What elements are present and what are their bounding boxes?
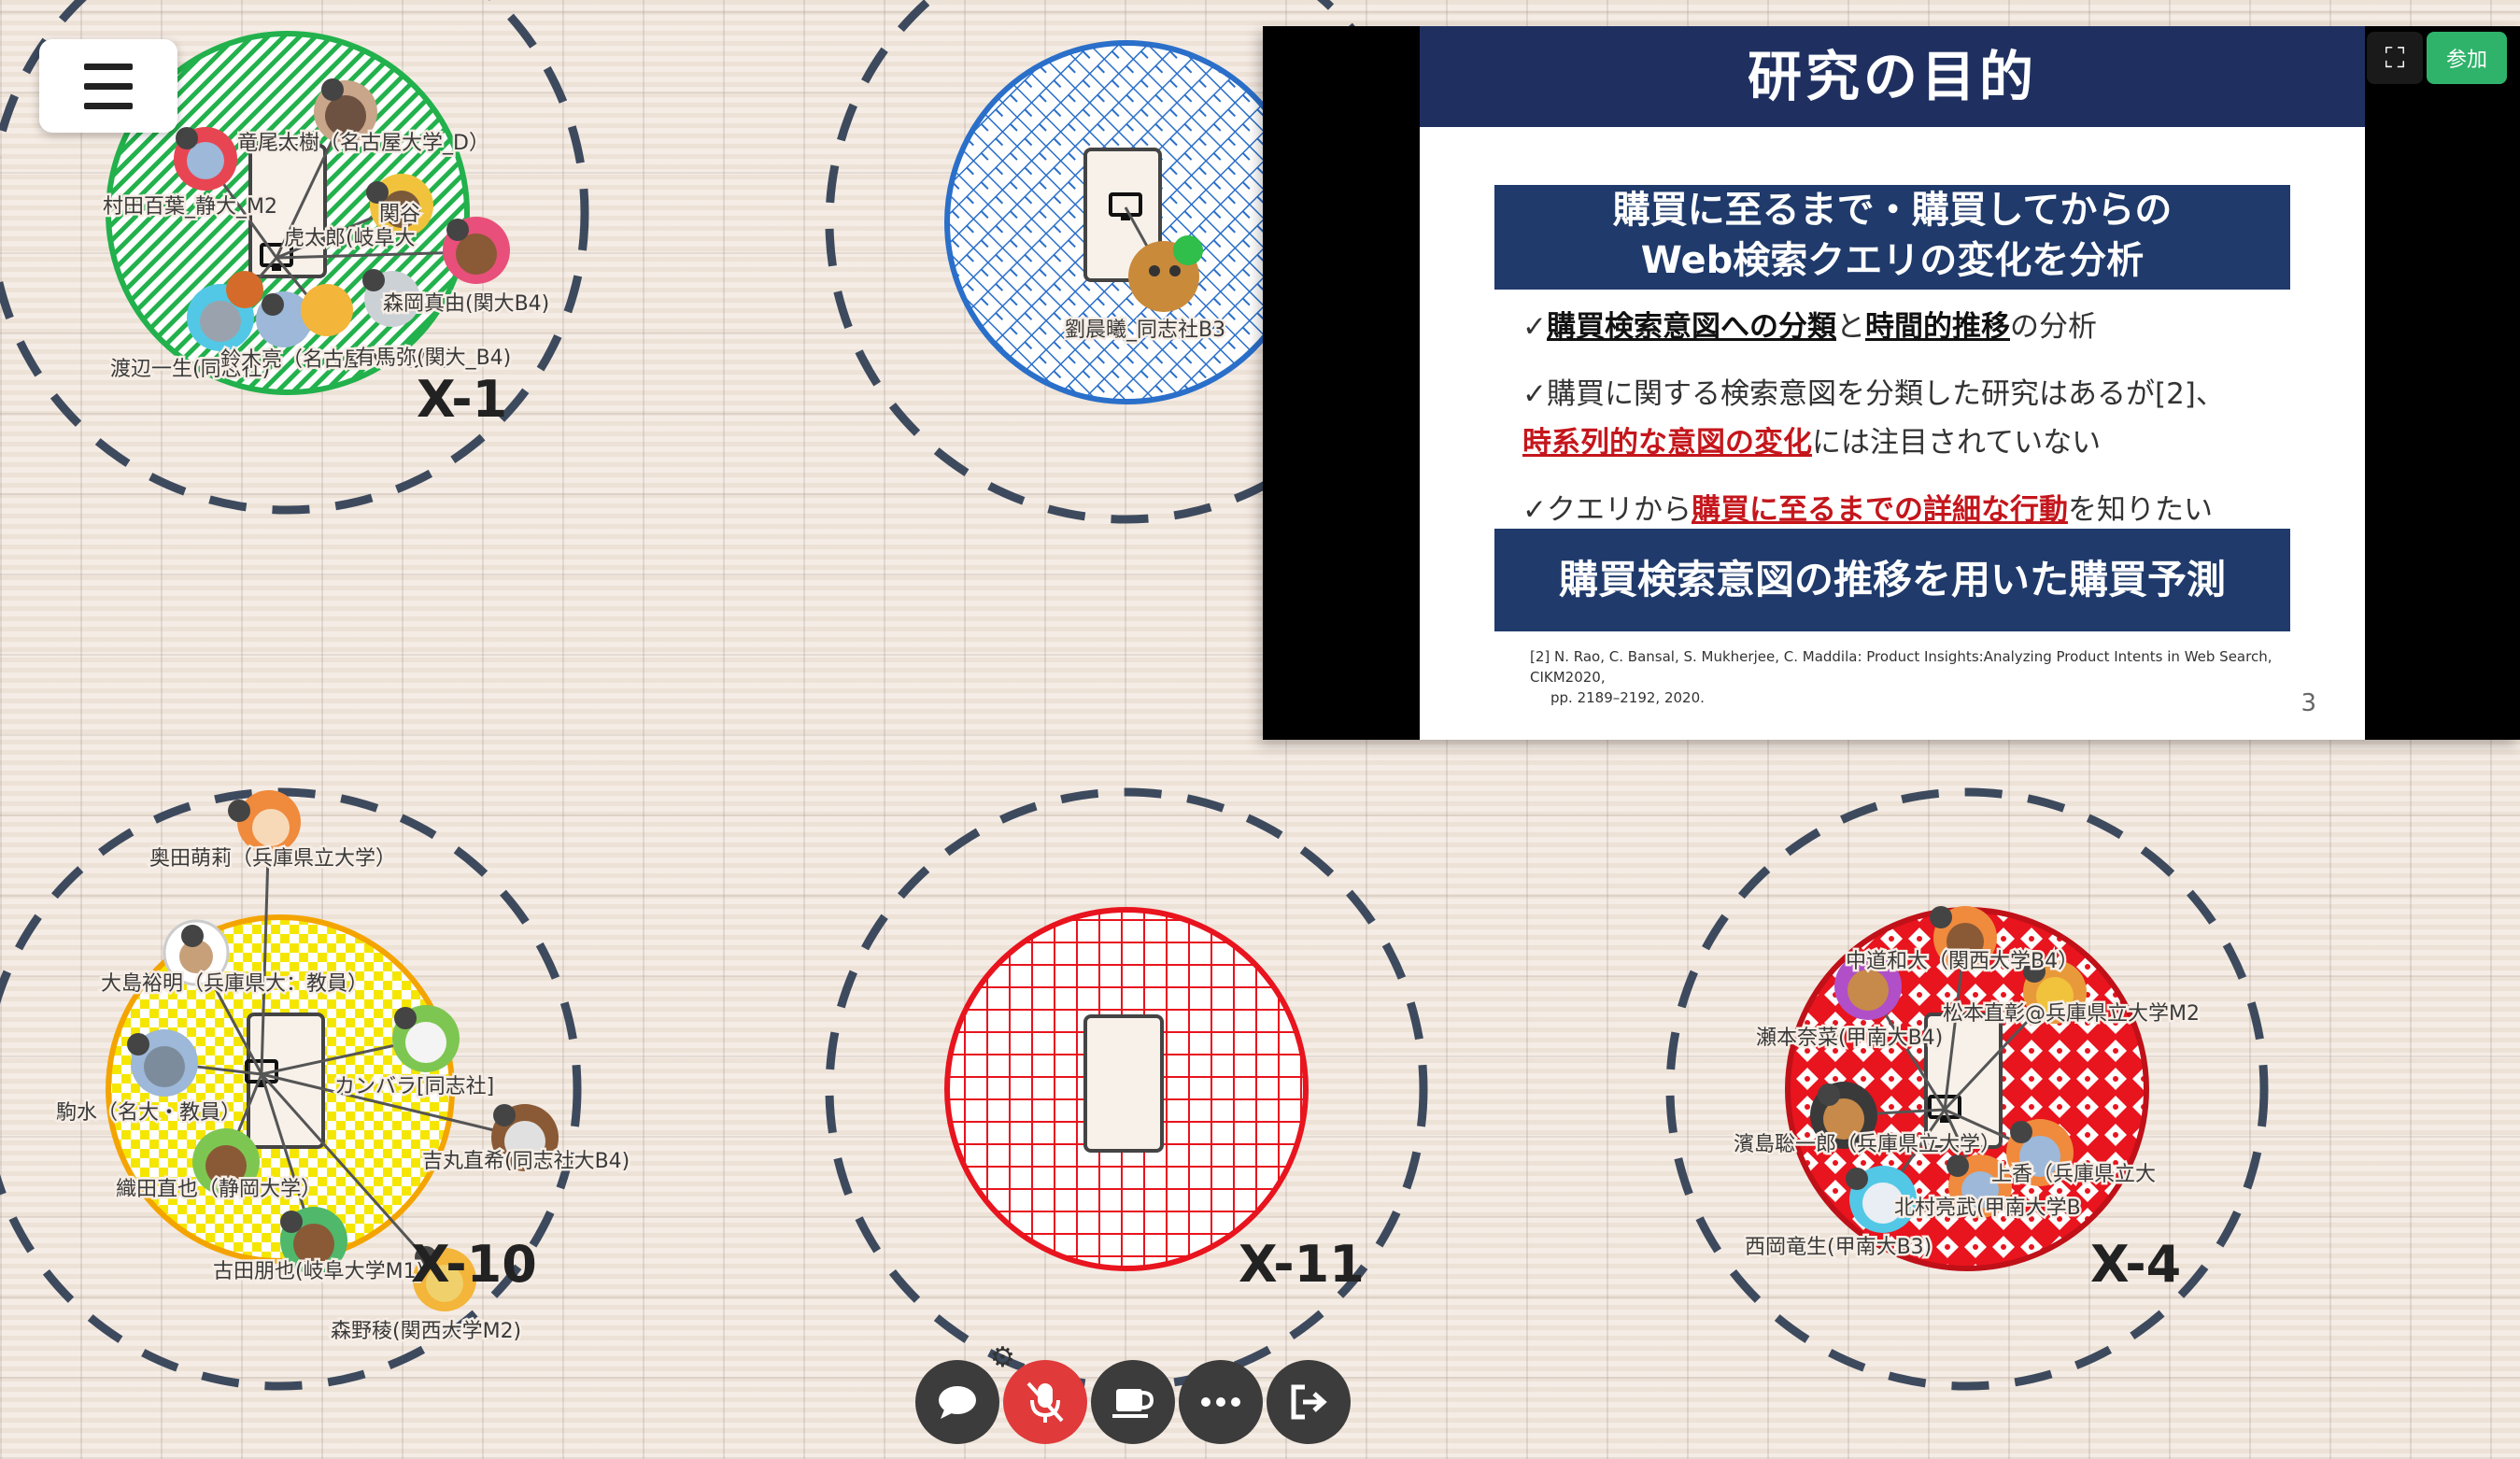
join-button[interactable]: 参加 — [2427, 32, 2507, 84]
avatar-x10-1[interactable] — [237, 790, 301, 854]
table-x11[interactable]: X-11 — [825, 787, 1428, 1391]
coffee-icon — [1112, 1389, 1154, 1418]
name-label: 有馬弥(関大_B4) — [355, 347, 511, 370]
table-label: X-10 — [411, 1235, 537, 1294]
hamburger-icon — [84, 102, 133, 109]
away-button[interactable] — [1091, 1360, 1175, 1444]
mic-toggle-button[interactable] — [1003, 1360, 1087, 1444]
bottom-toolbar — [915, 1360, 1351, 1450]
bullet-3: ✓クエリから購買に至るまでの詳細な行動を知りたい — [1522, 493, 2213, 527]
name-label: 織田直也（静岡大学） — [116, 1178, 321, 1201]
chat-icon — [939, 1386, 976, 1419]
name-label: 古田朋也(岐阜大学M1) — [213, 1260, 424, 1283]
name-label: 吉丸直希(同志社大B4) — [422, 1150, 630, 1173]
slide-reference: [2] N. Rao, C. Bansal, S. Mukherjee, C. … — [1530, 648, 2272, 706]
menu-button[interactable] — [39, 39, 177, 133]
name-label: 村田百葉_静大_M2 — [103, 195, 277, 219]
slide: 研究の目的 購買に至るまで・購買してからの Web検索クエリの変化を分析 ✓購買… — [1420, 26, 2365, 740]
screen-share-viewer[interactable]: 研究の目的 購買に至るまで・購買してからの Web検索クエリの変化を分析 ✓購買… — [1263, 26, 2520, 740]
slide-main-point: 購買に至るまで・購買してからの Web検索クエリの変化を分析 — [1494, 185, 2290, 290]
name-label: 虎太郎(岐阜大 — [284, 227, 416, 250]
table-x4[interactable]: 中道和大（関西大学B4） 松本直彰@兵庫県立大学M2 瀬本奈菜(甲南大B4) 濱… — [1665, 787, 2269, 1391]
exit-button[interactable] — [1267, 1360, 1351, 1444]
chat-button[interactable] — [915, 1360, 999, 1444]
name-label: 森野稜(関西大学M2) — [331, 1320, 521, 1343]
more-icon — [1201, 1397, 1240, 1407]
name-label: 中道和大（関西大学B4） — [1846, 950, 2078, 973]
name-label: 北村亮武(甲南大学B — [1894, 1197, 2081, 1220]
name-label: 森岡真由(関大B4) — [383, 292, 549, 316]
slide-bullets: ✓購買検索意図への分類と時間的推移の分析 ✓購買に関する検索意図を分類した研究は… — [1522, 303, 2344, 553]
table-label: X-1 — [417, 370, 507, 429]
name-label: 劉晨曦_同志社B3 — [1065, 319, 1225, 342]
name-label: 駒水（名大・教員） — [56, 1101, 241, 1125]
name-label: 松本直彰@兵庫県立大学M2 — [1943, 1002, 2200, 1026]
name-label: 濱島聡一郎（兵庫県立大学） — [1734, 1133, 2001, 1156]
hamburger-icon — [84, 82, 133, 90]
mic-muted-icon — [1026, 1381, 1064, 1423]
name-label: 大島裕明（兵庫県大：教員） — [101, 972, 368, 996]
more-button[interactable] — [1179, 1360, 1263, 1444]
name-label: 西岡竜生(甲南大B3) — [1745, 1236, 1932, 1259]
name-label: 奥田萌莉（兵庫県立大学） — [149, 847, 396, 871]
expand-icon: ⛶ — [2385, 41, 2405, 75]
table-x10[interactable]: 奥田萌莉（兵庫県立大学） 大島裕明（兵庫県大：教員） カンバラ[同志社] 駒水（… — [0, 787, 632, 1391]
expand-button[interactable]: ⛶ — [2367, 32, 2423, 84]
exit-icon — [1291, 1384, 1327, 1420]
hamburger-icon — [84, 63, 133, 70]
name-label: 竜尾太樹（名古屋大学_D） — [237, 132, 489, 155]
name-label: 上香（兵庫県立大 — [1991, 1163, 2156, 1186]
name-label: 関谷 — [379, 203, 420, 226]
bullet-1: ✓購買検索意図への分類と時間的推移の分析 — [1522, 310, 2097, 344]
slide-page-number: 3 — [2301, 689, 2316, 717]
table-label: X-4 — [2090, 1235, 2181, 1294]
table-label: X-11 — [1239, 1235, 1365, 1294]
slide-title: 研究の目的 — [1420, 26, 2365, 127]
name-label: 瀬本奈菜(甲南大B4) — [1756, 1027, 1943, 1050]
name-label: カンバラ[同志社] — [334, 1075, 494, 1098]
bullet-2: ✓購買に関する検索意図を分類した研究はあるが[2]、 時系列的な意図の変化には注… — [1522, 377, 2225, 460]
slide-conclusion: 購買検索意図の推移を用いた購買予測 — [1494, 529, 2290, 631]
